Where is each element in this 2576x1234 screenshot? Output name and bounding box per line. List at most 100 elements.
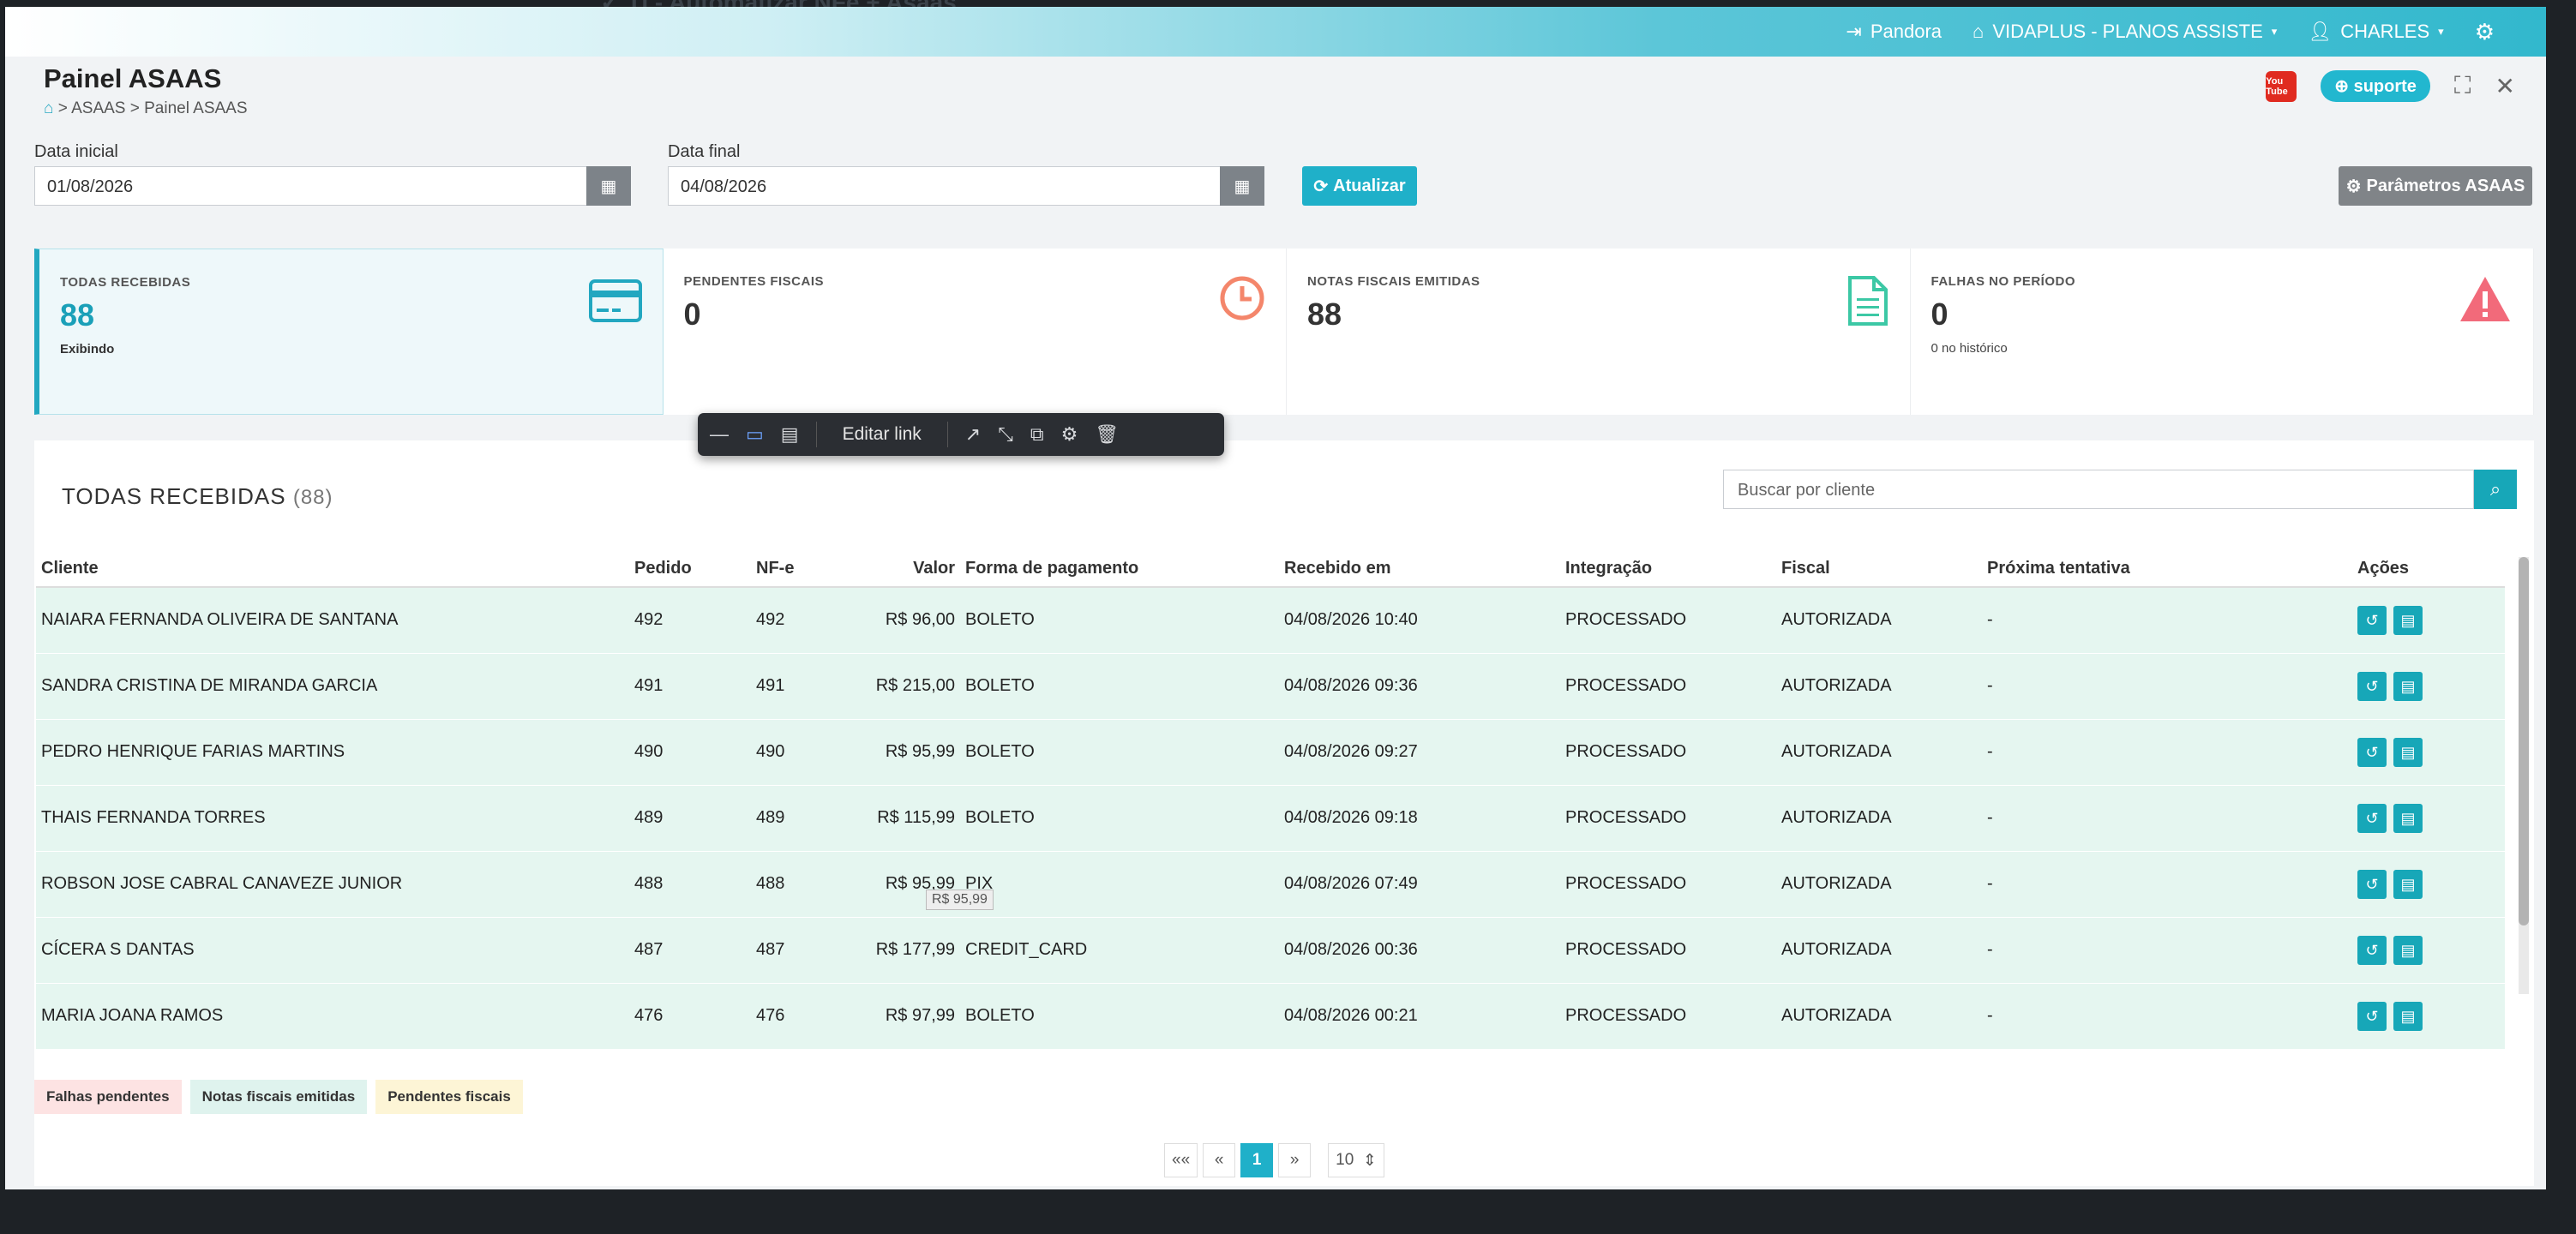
search-input[interactable]: Buscar por cliente <box>1723 470 2474 509</box>
col-header-pedido[interactable]: Pedido <box>629 550 751 588</box>
invoice-icon[interactable]: ▤ <box>2393 803 2423 833</box>
invoice-icon[interactable]: ▤ <box>2393 869 2423 899</box>
row-actions: ↺ ▤ <box>2352 983 2505 1049</box>
legend-failures: Falhas pendentes <box>34 1080 182 1114</box>
asaas-params-button[interactable]: ⚙ Parâmetros ASAAS <box>2339 166 2532 206</box>
received-panel: TODAS RECEBIDAS (88) Buscar por cliente … <box>34 440 2534 1186</box>
retry-icon[interactable]: ↺ <box>2357 935 2387 965</box>
retry-icon[interactable]: ↺ <box>2357 1001 2387 1031</box>
app-window: ⇥ Pandora ⌂ VIDAPLUS - PLANOS ASSISTE ▾ 👤︎ C… <box>5 7 2546 1189</box>
end-date-label: Data final <box>668 142 741 161</box>
card-invoices-issued[interactable]: NOTAS FISCAIS EMITIDAS 88 <box>1287 249 1911 415</box>
table-row: THAIS FERNANDA TORRES 489 489 R$ 115,99 … <box>36 785 2505 851</box>
pagination: «« « 1 » 10 ⇕ <box>1164 1143 1384 1177</box>
invoice-icon[interactable]: ▤ <box>2393 671 2423 701</box>
invoice-icon[interactable]: ▤ <box>2393 935 2423 965</box>
col-header-fiscal[interactable]: Fiscal <box>1776 550 1982 588</box>
copy-icon[interactable]: ⧉ <box>1030 423 1044 446</box>
col-header-acoes: Ações <box>2352 550 2505 588</box>
retry-icon[interactable]: ↺ <box>2357 869 2387 899</box>
row-actions: ↺ ▤ <box>2352 653 2505 719</box>
start-date-input[interactable]: 01/08/2026 <box>34 166 591 206</box>
support-button[interactable]: ⊕ suporte <box>2321 70 2430 102</box>
retry-icon[interactable]: ↺ <box>2357 737 2387 767</box>
search-icon[interactable]: ⌕ <box>2474 470 2517 509</box>
table-row: ROBSON JOSE CABRAL CANAVEZE JUNIOR 488 4… <box>36 851 2505 917</box>
col-header-valor[interactable]: Valor <box>838 550 960 588</box>
user-link[interactable]: ⇥ Pandora <box>1846 21 1942 43</box>
status-legend: Falhas pendentes Notas fiscais emitidas … <box>34 1080 523 1114</box>
row-actions: ↺ ▤ <box>2352 719 2505 785</box>
col-header-integracao[interactable]: Integração <box>1560 550 1776 588</box>
unlink-icon[interactable]: ⤡ <box>998 423 1013 446</box>
panel-title: TODAS RECEBIDAS (88) <box>62 483 333 509</box>
youtube-icon[interactable]: You Tube <box>2266 70 2297 102</box>
line-style-icon[interactable]: — <box>710 423 729 446</box>
retry-icon[interactable]: ↺ <box>2357 803 2387 833</box>
invoice-icon[interactable]: ▤ <box>2393 605 2423 635</box>
settings-gear-icon[interactable]: ⚙ <box>2475 19 2495 45</box>
table-row: MARIA JOANA RAMOS 476 476 R$ 97,99 BOLET… <box>36 983 2505 1049</box>
link-edit-toolbar: — ▭ ▤ Editar link ↗ ⤡ ⧉ ⚙ 🗑︎ <box>698 413 1224 456</box>
delete-icon[interactable]: 🗑︎ <box>1095 423 1119 446</box>
calendar-icon[interactable]: ▦ <box>586 166 631 206</box>
edit-link-button[interactable]: Editar link <box>834 424 930 445</box>
toolbar-divider <box>815 422 817 447</box>
legend-pending: Pendentes fiscais <box>375 1080 523 1114</box>
updown-icon: ⇕ <box>1362 1151 1377 1170</box>
toolbar-divider <box>946 422 948 447</box>
prev-page-button[interactable]: « <box>1203 1143 1236 1177</box>
retry-icon[interactable]: ↺ <box>2357 671 2387 701</box>
col-header-recebido-em[interactable]: Recebido em <box>1279 550 1560 588</box>
caret-down-icon: ▾ <box>2271 25 2278 38</box>
col-header-cliente[interactable]: Cliente <box>36 550 629 588</box>
gear-icon: ⚙ <box>2345 177 2362 196</box>
page-header: Painel ASAAS ⌂ > ASAAS > Painel ASAAS <box>44 63 248 118</box>
table-row: CÍCERA S DANTAS 487 487 R$ 177,99 CREDIT… <box>36 917 2505 983</box>
top-navbar: ⇥ Pandora ⌂ VIDAPLUS - PLANOS ASSISTE ▾ 👤︎ C… <box>5 7 2546 57</box>
end-date-input[interactable]: 04/08/2026 <box>668 166 1225 206</box>
clock-icon <box>1219 274 1265 333</box>
first-page-button[interactable]: «« <box>1164 1143 1198 1177</box>
user-icon: 👤︎ <box>2308 21 2333 42</box>
credit-card-icon <box>588 275 642 334</box>
col-header-forma-pagamento[interactable]: Forma de pagamento <box>960 550 1279 588</box>
retry-icon[interactable]: ↺ <box>2357 605 2387 635</box>
open-link-icon[interactable]: ↗ <box>965 423 981 446</box>
refresh-icon: ⟳ <box>1313 177 1329 196</box>
page-size-select[interactable]: 10 ⇕ <box>1328 1143 1384 1177</box>
card-all-received[interactable]: TODAS RECEBIDAS 88 Exibindo <box>34 249 664 415</box>
value-tooltip: R$ 95,99 <box>926 890 994 910</box>
legend-invoices: Notas fiscais emitidas <box>189 1080 368 1114</box>
close-icon[interactable]: ✕ <box>2495 72 2515 100</box>
home-icon: ⌂ <box>1973 21 1985 42</box>
button-style-icon[interactable]: ▭ <box>746 423 764 446</box>
row-actions: ↺ ▤ <box>2352 587 2505 653</box>
table-scrollbar[interactable] <box>2519 557 2529 994</box>
col-header-nfe[interactable]: NF-e <box>751 550 838 588</box>
settings-icon[interactable]: ⚙ <box>1061 423 1078 446</box>
card-failures[interactable]: FALHAS NO PERÍODO 0 0 no histórico <box>1910 249 2534 415</box>
invoice-icon[interactable]: ▤ <box>2393 737 2423 767</box>
card-style-icon[interactable]: ▤ <box>781 423 799 446</box>
summary-cards: TODAS RECEBIDAS 88 Exibindo PENDENTES FI… <box>34 249 2534 415</box>
table-row: PEDRO HENRIQUE FARIAS MARTINS 490 490 R$… <box>36 719 2505 785</box>
table-row: NAIARA FERNANDA OLIVEIRA DE SANTANA 492 … <box>36 587 2505 653</box>
login-icon: ⇥ <box>1846 21 1862 42</box>
refresh-button[interactable]: ⟳ Atualizar <box>1302 166 1417 206</box>
fullscreen-icon[interactable]: ⛶ <box>2454 72 2471 100</box>
header-tools: You Tube ⊕ suporte ⛶ ✕ <box>2266 70 2515 102</box>
user-menu[interactable]: 👤︎ CHARLES ▾ <box>2308 21 2443 43</box>
calendar-icon[interactable]: ▦ <box>1220 166 1264 206</box>
company-selector[interactable]: ⌂ VIDAPLUS - PLANOS ASSISTE ▾ <box>1973 21 2277 43</box>
next-page-button[interactable]: » <box>1278 1143 1312 1177</box>
row-actions: ↺ ▤ <box>2352 917 2505 983</box>
invoice-icon[interactable]: ▤ <box>2393 1001 2423 1031</box>
home-icon[interactable]: ⌂ <box>44 99 53 117</box>
scrollbar-thumb[interactable] <box>2519 557 2529 926</box>
page-button-current[interactable]: 1 <box>1240 1143 1274 1177</box>
card-pending-fiscal[interactable]: PENDENTES FISCAIS 0 <box>663 249 1287 415</box>
row-actions: ↺ ▤ <box>2352 851 2505 917</box>
col-header-proxima-tentativa[interactable]: Próxima tentativa <box>1982 550 2352 588</box>
breadcrumb: ⌂ > ASAAS > Painel ASAAS <box>44 99 248 117</box>
